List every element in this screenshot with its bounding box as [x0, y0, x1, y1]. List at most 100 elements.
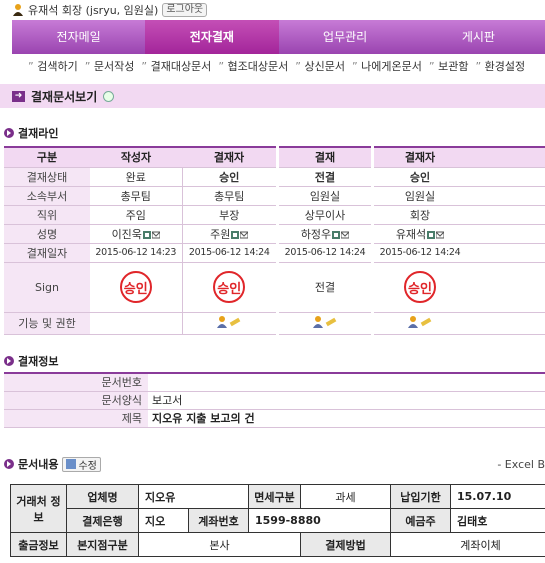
position-row: 직위 주임 부장 상무이사 회장	[4, 205, 545, 225]
user-bar: 유재석 회장 (jsryu, 임원실) 로그아웃	[0, 0, 545, 20]
approval-line-table: 구분 작성자 결재자 결재 결재자 결재상태 완료 승인 전결 승인 소속부서 …	[4, 146, 545, 335]
dept-row: 소속부서 총무팀 총무팀 임원실 임원실	[4, 186, 545, 206]
out-info-label: 출금정보	[10, 532, 67, 557]
excel-link[interactable]: - Excel B	[497, 458, 545, 471]
col-header-2: 결재자	[182, 146, 276, 168]
func-cell-4	[374, 312, 466, 335]
due-label: 납입기한	[390, 484, 451, 509]
tab-board[interactable]: 게시판	[412, 20, 545, 54]
dept-cell-4: 임원실	[374, 186, 466, 206]
edit-label: 수정	[78, 460, 97, 472]
profile-card-icon[interactable]	[231, 230, 240, 239]
tab-email[interactable]: 전자메일	[12, 20, 145, 54]
name-cell-1: 이진욱	[90, 224, 183, 244]
profile-card-icon[interactable]	[427, 230, 436, 239]
doc-info-table: 문서번호 문서양식 보고서 제목 지오유 지출 보고의 건	[4, 372, 545, 428]
document-body: 거래처 정 보 업체명 지오유 면세구분 과세 납입기한 15.07.10 결제…	[4, 478, 545, 563]
func-cell-1	[90, 312, 183, 335]
main-nav: 전자메일 전자결재 업무관리 게시판	[12, 20, 545, 54]
empty-cell	[466, 167, 545, 187]
arrow-right-icon: ➜	[12, 90, 25, 102]
subnav-write[interactable]: 문서작성	[85, 58, 134, 74]
profile-card-icon[interactable]	[332, 230, 341, 239]
position-cell-3: 상무이사	[279, 205, 371, 225]
doc-subject-value: 지오유 지출 보고의 건	[148, 409, 545, 428]
sign-cell-2: 승인	[182, 262, 276, 313]
expense-row-1: 거래처 정 보 업체명 지오유 면세구분 과세 납입기한 15.07.10	[10, 484, 545, 533]
doc-content-title: 문서내용	[18, 458, 59, 471]
tax-value: 과세	[300, 484, 391, 509]
sign-cell-1: 승인	[90, 262, 183, 313]
user-name: 유재석 회장 (jsryu, 임원실)	[28, 4, 159, 17]
mail-icon[interactable]	[436, 231, 445, 239]
doc-info-heading: 결재정보	[4, 353, 58, 369]
approver-name: 하정우	[300, 227, 332, 241]
col-header-3: 결재	[279, 146, 371, 168]
subnav-approval-target[interactable]: 결재대상문서	[141, 58, 212, 74]
row-label-sign: Sign	[4, 262, 90, 313]
edit-button[interactable]: 수정	[62, 456, 101, 472]
expense-table: 거래처 정 보 업체명 지오유 면세구분 과세 납입기한 15.07.10 결제…	[10, 484, 545, 557]
delegate-user-icon[interactable]	[217, 315, 241, 328]
status-cell-1: 완료	[90, 167, 183, 187]
account-value: 1599-8880	[248, 508, 391, 533]
subnav-settings[interactable]: 환경설정	[475, 58, 525, 74]
due-value: 15.07.10	[450, 484, 545, 509]
sub-nav: 검색하기 문서작성 결재대상문서 협조대상문서 상신문서 나에게온문서 보관함 …	[12, 54, 545, 78]
row-label-name: 성명	[4, 224, 90, 244]
company-label: 업체명	[66, 484, 139, 509]
approver-name: 이진욱	[111, 227, 142, 241]
doc-subject-label: 제목	[4, 409, 148, 428]
subnav-cooperation-target[interactable]: 협조대상문서	[218, 58, 289, 74]
approval-stamp: 승인	[404, 271, 436, 303]
col-header-1: 작성자	[90, 146, 182, 168]
subnav-received[interactable]: 나에게온문서	[352, 58, 422, 74]
empty-cell	[466, 262, 545, 313]
position-cell-1: 주임	[90, 205, 183, 225]
mail-icon[interactable]	[240, 231, 249, 239]
company-value: 지오유	[138, 484, 249, 509]
holder-label: 예금주	[390, 508, 451, 533]
tax-label: 면세구분	[248, 484, 301, 509]
tab-work[interactable]: 업무관리	[279, 20, 412, 54]
vendor-info-label: 거래처 정 보	[10, 484, 67, 533]
sign-cell-3: 전결	[279, 262, 371, 313]
subnav-search[interactable]: 검색하기	[28, 58, 77, 74]
bank-value: 지오	[138, 508, 189, 533]
bank-label: 결제은행	[66, 508, 139, 533]
row-label-status: 결재상태	[4, 167, 90, 187]
logout-button[interactable]: 로그아웃	[162, 3, 208, 17]
date-cell-4: 2015-06-12 14:24	[374, 243, 466, 263]
dept-cell-2: 총무팀	[182, 186, 276, 206]
dept-cell-1: 총무팀	[90, 186, 183, 206]
edit-icon	[66, 459, 77, 469]
holder-value: 김태호	[450, 508, 545, 533]
sign-cell-4: 승인	[374, 262, 466, 313]
subnav-submitted[interactable]: 상신문서	[295, 58, 344, 74]
delegate-user-icon[interactable]	[408, 315, 432, 328]
profile-card-icon[interactable]	[142, 230, 151, 239]
name-cell-2: 주원	[182, 224, 276, 244]
doc-info-row: 문서양식 보고서	[4, 391, 545, 410]
empty-cell	[466, 224, 545, 244]
help-icon[interactable]	[103, 90, 115, 102]
sign-row: Sign 승인 승인 전결 승인	[4, 262, 545, 313]
subnav-storage[interactable]: 보관함	[429, 58, 468, 74]
mail-icon[interactable]	[341, 231, 350, 239]
bullet-icon	[4, 356, 14, 366]
row-label-func: 기능 및 권한	[4, 312, 90, 335]
status-cell-2: 승인	[182, 167, 276, 187]
delegate-user-icon[interactable]	[313, 315, 337, 328]
mail-icon[interactable]	[151, 231, 160, 239]
approval-stamp: 승인	[213, 271, 246, 303]
col-header-empty	[466, 146, 545, 168]
doc-info-row: 문서번호	[4, 372, 545, 392]
bullet-icon	[4, 128, 14, 138]
name-cell-3: 하정우	[279, 224, 371, 244]
func-cell-3	[279, 312, 371, 335]
approver-name: 유재석	[395, 227, 427, 241]
approval-line-heading: 결재라인	[4, 125, 58, 141]
function-row: 기능 및 권한	[4, 312, 545, 335]
tab-approval[interactable]: 전자결재	[145, 20, 279, 54]
bullet-icon	[4, 459, 14, 469]
